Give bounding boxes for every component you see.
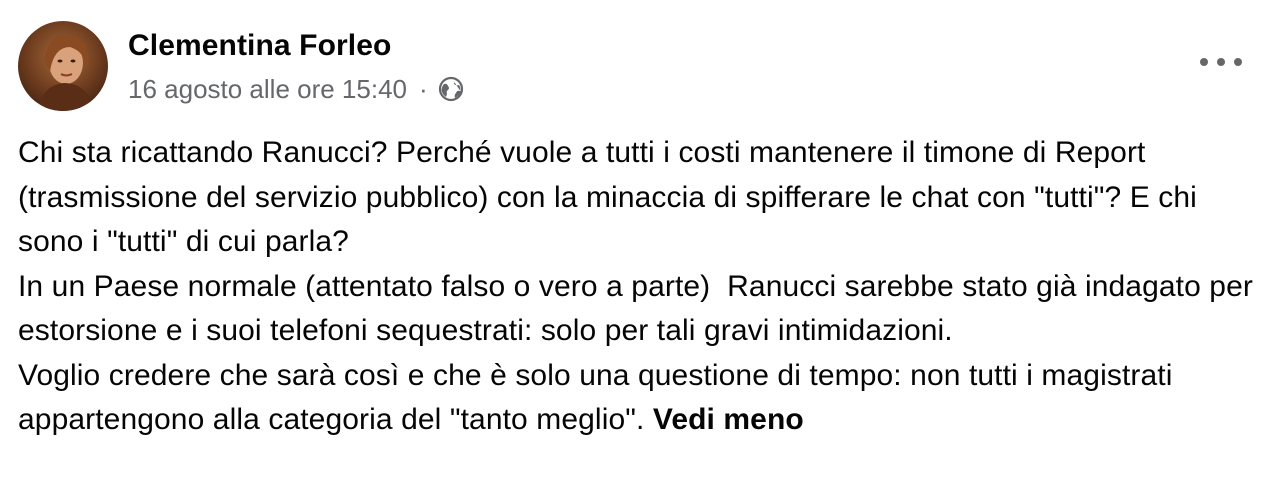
post-meta: Clementina Forleo 16 agosto alle ore 15:… <box>128 27 464 105</box>
post-paragraph-3: Voglio credere che sarà così e che è sol… <box>18 354 1258 443</box>
post-paragraph-1: Chi sta ricattando Ranucci? Perché vuole… <box>18 136 1206 258</box>
avatar[interactable] <box>18 21 108 111</box>
post-body: Chi sta ricattando Ranucci? Perché vuole… <box>18 131 1258 443</box>
post-timestamp[interactable]: 16 agosto alle ore 15:40 <box>128 73 407 105</box>
more-dot <box>1200 58 1208 66</box>
facebook-post: Clementina Forleo 16 agosto alle ore 15:… <box>0 0 1280 502</box>
avatar-image <box>18 21 108 111</box>
globe-icon[interactable] <box>438 76 464 102</box>
post-paragraph-2: In un Paese normale (attentato falso o v… <box>18 269 1262 348</box>
timestamp-row: 16 agosto alle ore 15:40 · <box>128 73 464 105</box>
separator-dot: · <box>419 74 428 104</box>
more-dot <box>1217 58 1225 66</box>
author-name[interactable]: Clementina Forleo <box>128 27 464 65</box>
post-paragraph-3-text: Voglio credere che sarà così e che è sol… <box>18 358 1181 437</box>
see-less-link[interactable]: Vedi meno <box>653 403 804 436</box>
more-dot <box>1234 58 1242 66</box>
more-options-icon[interactable] <box>1200 52 1242 72</box>
post-header: Clementina Forleo 16 agosto alle ore 15:… <box>18 20 464 112</box>
